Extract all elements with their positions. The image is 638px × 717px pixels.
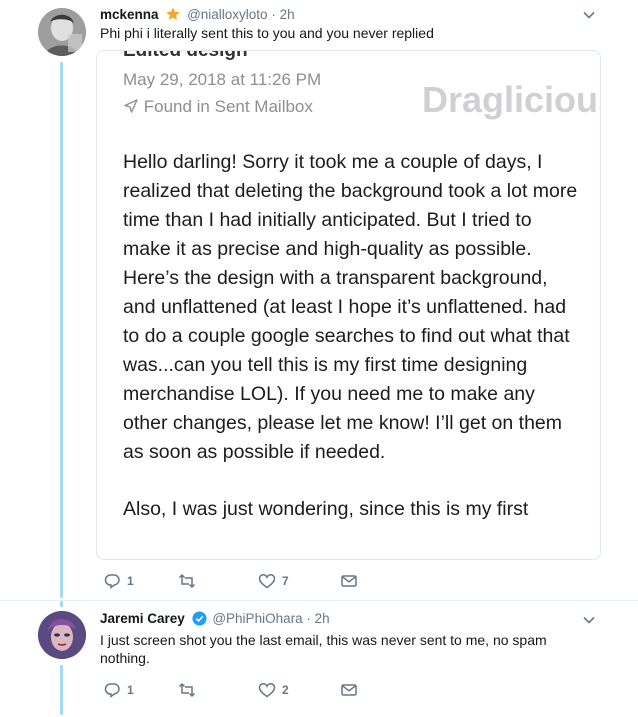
retweet-button[interactable] [178,681,196,699]
message-button[interactable] [340,572,358,590]
tweet-actions: 1 7 [100,572,400,592]
tweet-actions: 1 2 [100,681,400,701]
reply-count: 1 [127,574,134,588]
reply-button[interactable]: 1 [103,681,134,699]
tweet-jaremi-carey: Jaremi Carey @PhiPhiOhara · 2h I just sc… [0,601,638,717]
retweet-icon [178,682,196,698]
email-paragraph: Hello darling! Sorry it took me a couple… [123,151,578,463]
like-icon [258,683,276,698]
email-screenshot-card[interactable]: Edited design May 29, 2018 at 11:26 PM F… [96,50,601,560]
separator-dot: · [306,611,311,626]
retweet-icon [178,573,196,589]
chevron-down-icon[interactable] [582,8,596,22]
reply-icon [104,574,120,589]
verified-badge-icon [192,611,207,629]
message-button[interactable] [340,681,358,699]
chevron-down-icon[interactable] [582,613,596,627]
reply-icon [104,683,120,698]
tweet-mckenna: mckenna @nialloxyloto · 2h Phi phi i lit… [0,0,638,600]
tweet-text: I just screen shot you the last email, t… [100,632,547,666]
avatar[interactable] [38,611,86,659]
separator-dot: · [271,7,276,22]
thread-line [60,62,63,598]
reply-count: 1 [127,683,134,697]
message-icon [341,575,357,587]
message-icon [341,684,357,696]
email-content: Edited design May 29, 2018 at 11:26 PM F… [123,50,583,552]
email-paragraph: Also, I was just wondering, since this i… [123,498,529,520]
email-subject: Edited design [123,50,248,61]
like-button[interactable]: 2 [258,681,289,699]
tweet-header: Jaremi Carey @PhiPhiOhara · 2h [100,611,330,629]
email-mailbox: Found in Sent Mailbox [143,97,313,116]
tweet-timestamp[interactable]: 2h [315,611,330,626]
display-name[interactable]: Jaremi Carey [100,611,185,626]
tweet-timestamp[interactable]: 2h [280,7,295,22]
watermark-logo: Draglicious [422,79,601,120]
like-icon [258,574,276,589]
user-handle[interactable]: @nialloxyloto [187,7,268,22]
user-handle[interactable]: @PhiPhiOhara [212,611,302,626]
tweet-header: mckenna @nialloxyloto · 2h [100,6,295,25]
star-badge-icon [165,6,181,25]
thread-line [60,665,63,715]
like-count: 7 [282,574,289,588]
tweet-text: Phi phi i literally sent this to you and… [100,25,434,41]
send-arrow-icon [123,97,144,116]
like-count: 2 [282,683,289,697]
email-body: Hello darling! Sorry it took me a couple… [123,148,583,524]
retweet-button[interactable] [178,572,196,590]
display-name[interactable]: mckenna [100,7,159,22]
like-button[interactable]: 7 [258,572,289,590]
thread-line [60,601,63,607]
reply-button[interactable]: 1 [103,572,134,590]
avatar[interactable] [38,8,86,56]
